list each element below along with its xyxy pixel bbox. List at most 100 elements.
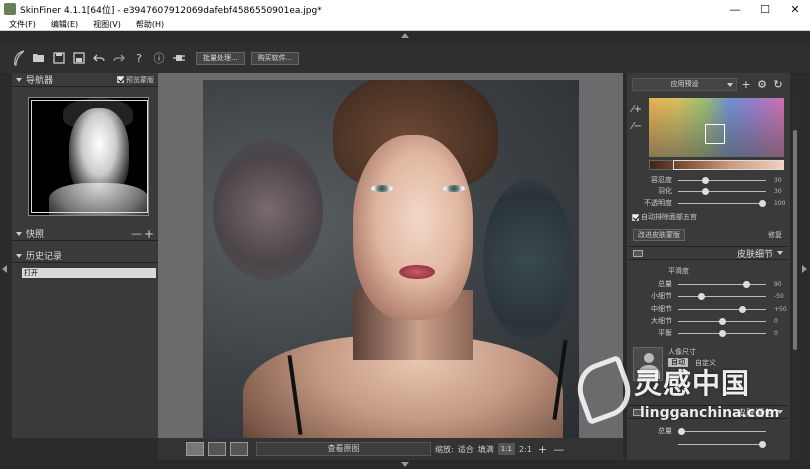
slider-label: 平衡 [658, 329, 672, 337]
toolbar: ? ⓘ 批量处理... 购买软件... [0, 43, 810, 73]
slider-knob[interactable] [742, 280, 750, 288]
save-as-icon[interactable] [70, 49, 88, 67]
slider-knob[interactable] [702, 187, 710, 195]
app-icon [4, 3, 16, 15]
menu-view[interactable]: 视图(V) [93, 19, 121, 30]
split-horizontal-view-button[interactable] [230, 442, 248, 456]
view-original-button[interactable]: 查看原图 [256, 442, 431, 456]
tolerance-slider-row: 容忍度 30 [632, 175, 788, 185]
zoom-fit-button[interactable]: 适合 [458, 444, 474, 455]
eyedropper-remove-icon[interactable]: ⁄− [632, 121, 642, 132]
redo-icon[interactable] [110, 49, 128, 67]
opacity-slider-row: 不透明度 100 [632, 198, 788, 208]
slider-knob[interactable] [738, 305, 746, 313]
tolerance-slider[interactable] [678, 176, 766, 184]
skin-tone-range-selection[interactable] [673, 160, 784, 170]
menu-file[interactable]: 文件(F) [9, 19, 36, 30]
refresh-icon[interactable]: ↻ [771, 78, 785, 91]
collapse-triangle-icon[interactable] [16, 253, 22, 258]
slider-knob[interactable] [698, 292, 706, 300]
reset-link[interactable]: 修复 [768, 230, 782, 240]
opacity-slider[interactable] [678, 199, 766, 207]
navigator-view-frame[interactable] [31, 100, 148, 213]
maximize-button[interactable]: ☐ [750, 3, 780, 16]
collapse-triangle-icon[interactable] [777, 410, 783, 414]
menu-edit[interactable]: 编辑(E) [51, 19, 78, 30]
info-icon[interactable]: ⓘ [150, 49, 168, 67]
zoom-1-1-button[interactable]: 1:1 [497, 443, 515, 455]
preview-mask-label: 预览蒙版 [126, 75, 154, 84]
navigator-thumbnail[interactable] [28, 97, 149, 216]
minimize-button[interactable]: — [720, 3, 750, 16]
balance-slider[interactable] [678, 329, 766, 337]
slider-knob[interactable] [702, 176, 710, 184]
collapse-left-icon[interactable] [2, 265, 7, 273]
batch-process-button[interactable]: 批量处理... [196, 51, 245, 65]
medium-detail-slider[interactable] [678, 305, 766, 313]
close-button[interactable]: ✕ [780, 3, 810, 16]
tone-slider[interactable] [678, 440, 766, 448]
snapshot-title: 快照 [26, 230, 45, 240]
section-enable-toggle[interactable] [633, 408, 643, 416]
collapse-triangle-icon[interactable] [16, 231, 22, 236]
slider-knob[interactable] [718, 317, 726, 325]
save-icon[interactable] [50, 49, 68, 67]
preview-mask-checkbox[interactable] [117, 76, 124, 83]
remove-snapshot-icon[interactable]: — [131, 227, 142, 240]
slider-knob[interactable] [678, 427, 685, 435]
zoom-fill-button[interactable]: 填满 [478, 444, 494, 455]
collapse-triangle-icon[interactable] [16, 77, 22, 82]
collapse-up-icon[interactable] [401, 33, 409, 38]
person-shoulders-shape [638, 365, 660, 379]
skin-tone-header[interactable]: 皮肤调色 [628, 405, 788, 419]
add-snapshot-icon[interactable]: + [144, 227, 154, 241]
portrait-photo[interactable] [203, 80, 579, 438]
slider-knob[interactable] [759, 199, 766, 207]
snapshot-header[interactable]: 快照 — + [12, 227, 158, 241]
settings-gear-icon[interactable]: ⚙ [755, 78, 769, 91]
slider-knob[interactable] [718, 329, 726, 337]
history-header[interactable]: 历史记录 [12, 249, 158, 263]
add-preset-icon[interactable]: + [739, 78, 753, 91]
preset-dropdown[interactable]: 应用预设 [632, 77, 737, 91]
buy-software-button[interactable]: 购买软件... [250, 51, 300, 65]
color-picker-selection[interactable] [705, 124, 725, 144]
slider-knob[interactable] [759, 440, 766, 448]
small-detail-slider[interactable] [678, 292, 766, 300]
tone-amount-slider[interactable] [678, 427, 766, 435]
collapse-triangle-icon[interactable] [777, 251, 783, 255]
slider-label: 总量 [658, 280, 672, 288]
single-view-button[interactable] [186, 442, 204, 456]
collapse-right-icon[interactable] [802, 265, 807, 273]
zoom-out-icon[interactable]: — [553, 443, 564, 456]
feather-slider[interactable] [678, 187, 766, 195]
eyedropper-add-icon[interactable]: ⁄+ [632, 104, 642, 115]
open-folder-icon[interactable] [30, 49, 48, 67]
portrait-size-custom-button[interactable]: 自定义 [695, 358, 716, 368]
plugin-icon[interactable] [170, 49, 188, 67]
large-detail-slider[interactable] [678, 317, 766, 325]
improve-mask-button[interactable]: 改进皮肤蒙版 [633, 229, 685, 241]
slider-value: -50 [774, 292, 784, 300]
auto-exclude-checkbox[interactable] [632, 213, 639, 221]
section-enable-toggle[interactable] [633, 249, 643, 257]
scrollbar-thumb[interactable] [793, 130, 797, 350]
small-detail-slider-row: 小细节 -50 [632, 291, 788, 301]
slider-value: 30 [774, 187, 782, 195]
menu-help[interactable]: 帮助(H) [136, 19, 164, 30]
help-icon[interactable]: ? [130, 49, 148, 67]
split-vertical-view-button[interactable] [208, 442, 226, 456]
undo-icon[interactable] [90, 49, 108, 67]
history-item[interactable]: 打开 [22, 268, 156, 278]
slider-value: 90 [774, 280, 782, 288]
image-canvas[interactable] [158, 73, 623, 438]
collapse-down-icon[interactable] [401, 462, 409, 467]
skin-detail-header[interactable]: 皮肤细节 [628, 246, 788, 260]
zoom-2-1-button[interactable]: 2:1 [519, 445, 532, 454]
slider-value: 0 [774, 329, 778, 337]
amount-slider[interactable] [678, 280, 766, 288]
zoom-in-icon[interactable]: + [538, 443, 547, 456]
bg-bokeh [483, 180, 573, 340]
navigator-header[interactable]: 导航器 预览蒙版 [12, 73, 158, 87]
portrait-size-auto-button[interactable]: 自动 [668, 358, 688, 367]
